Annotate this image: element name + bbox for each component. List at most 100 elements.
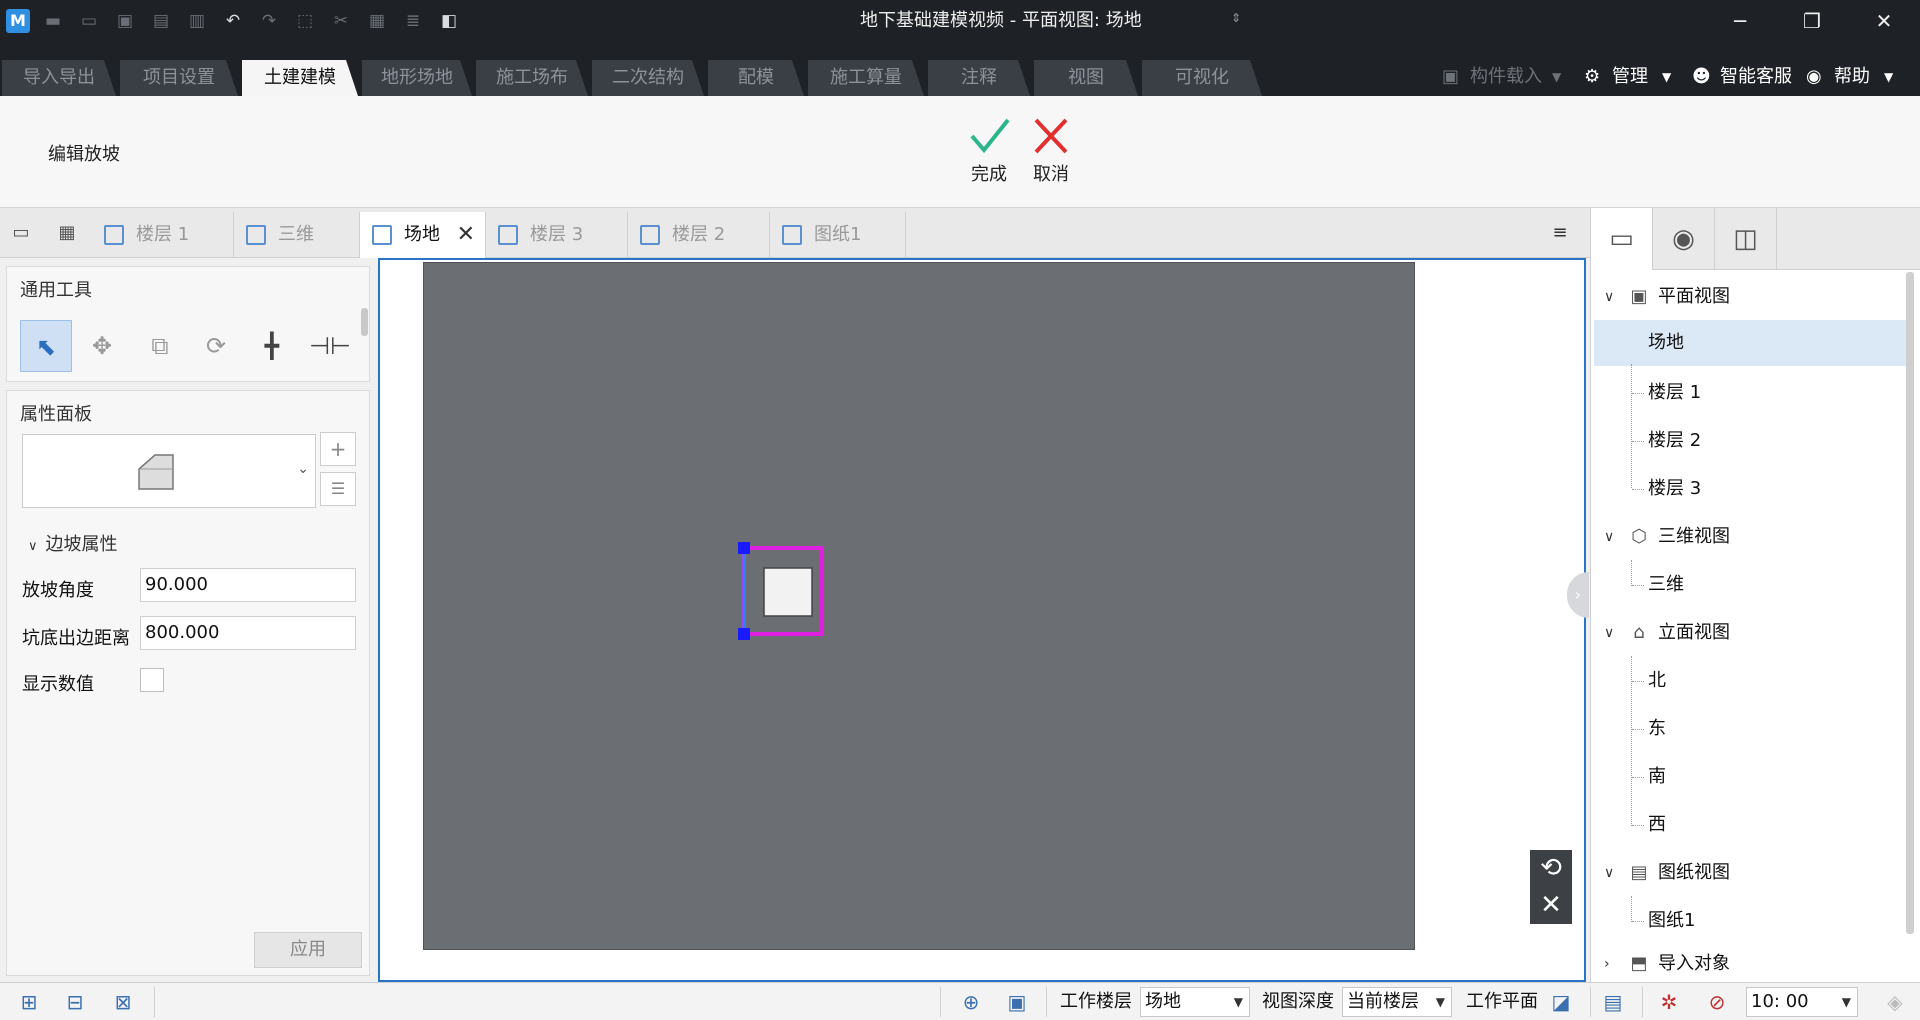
tree-sheet-views[interactable]: ∨ ▤ 图纸视图	[1594, 850, 1910, 896]
redo-icon[interactable]: ↷	[258, 10, 280, 32]
split-icon[interactable]: ⊣⊢	[304, 320, 356, 372]
chevron-down-icon[interactable]: ∨	[1604, 514, 1614, 560]
slope-properties-section[interactable]: ∨ 边坡属性	[28, 530, 118, 556]
gear-icon[interactable]: ⚙	[1584, 62, 1600, 92]
close-tab-icon[interactable]: ✕	[457, 212, 475, 258]
manage-menu[interactable]: 管理	[1612, 62, 1648, 92]
paste-icon[interactable]: ▦	[366, 10, 388, 32]
doc-tab-floor-2[interactable]: 楼层 2	[628, 212, 770, 258]
open-icon[interactable]: ▭	[78, 10, 100, 32]
tab-visualization[interactable]: 可视化	[1142, 60, 1262, 96]
chevron-down-icon[interactable]: ∨	[1604, 850, 1614, 896]
visibility-tab-icon[interactable]: ◉	[1653, 208, 1715, 270]
pointer-icon[interactable]: ⬉	[20, 320, 72, 372]
zoom-fit-icon[interactable]: ⊕	[958, 989, 984, 1015]
tree-plan-views[interactable]: ∨ ▣ 平面视图	[1594, 274, 1910, 320]
chevron-right-icon[interactable]: ›	[1604, 946, 1610, 982]
rotate-icon[interactable]: ⟳	[190, 320, 242, 372]
slope-angle-input[interactable]: 90.000	[140, 568, 356, 602]
copy-file-icon[interactable]: ▥	[186, 10, 208, 32]
chevron-down-icon[interactable]: ▼	[1662, 62, 1671, 92]
views-tab-icon[interactable]: ▭	[1591, 208, 1653, 270]
undo-icon[interactable]: ↶	[222, 10, 244, 32]
window-switch-icon[interactable]: ▭	[8, 220, 34, 246]
component-load-icon[interactable]: ▣	[1442, 62, 1459, 92]
grid-refresh-icon[interactable]: ⊠	[110, 989, 136, 1015]
show-values-checkbox[interactable]	[140, 668, 164, 692]
tree-elevation-views[interactable]: ∨ ⌂ 立面视图	[1594, 610, 1910, 656]
restore-button[interactable]: ❐	[1784, 0, 1840, 42]
sheet-icon: ▤	[1630, 862, 1648, 883]
pit-offset-input[interactable]: 800.000	[140, 616, 356, 650]
tree-3d-views[interactable]: ∨ ⬡ 三维视图	[1594, 514, 1910, 560]
tools-scrollbar[interactable]	[361, 308, 368, 336]
display-settings-icon[interactable]: ▤	[1600, 989, 1626, 1015]
tree-scrollbar[interactable]	[1906, 272, 1914, 934]
layout-tab-icon[interactable]: ◫	[1715, 208, 1777, 270]
print-icon[interactable]: ▤	[150, 10, 172, 32]
reset-view-icon[interactable]: ⟲	[1530, 850, 1572, 887]
chevron-down-icon[interactable]: ▼	[1884, 62, 1893, 92]
cut-icon[interactable]: ✂	[330, 10, 352, 32]
robot-icon[interactable]: ☻	[1692, 62, 1711, 92]
save-icon[interactable]: ▬	[42, 10, 64, 32]
stack-icon[interactable]: ≣	[402, 10, 424, 32]
minimize-button[interactable]: ─	[1712, 0, 1768, 42]
component-load-menu[interactable]: 构件载入	[1470, 62, 1542, 92]
copy-icon[interactable]: ⧉	[134, 320, 186, 372]
tab-annotation[interactable]: 注释	[928, 60, 1030, 96]
hamburger-menu-icon[interactable]: ≡	[1545, 218, 1575, 248]
work-floor-select[interactable]: 场地 ▼	[1140, 987, 1250, 1017]
snap-off-icon[interactable]: ✲	[1656, 989, 1682, 1015]
cancel-button[interactable]: 取消	[1024, 114, 1078, 186]
time-select[interactable]: 10: 00 ▼	[1746, 987, 1858, 1017]
doc-tab-floor-3[interactable]: 楼层 3	[486, 212, 628, 258]
search-off-icon[interactable]: ⊘	[1704, 989, 1730, 1015]
finish-button[interactable]: 完成	[962, 114, 1016, 186]
tab-project-settings[interactable]: 项目设置	[120, 60, 238, 96]
tab-site-layout[interactable]: 施工场布	[476, 60, 588, 96]
tab-view[interactable]: 视图	[1034, 60, 1138, 96]
doc-tab-3d[interactable]: 三维	[234, 212, 360, 258]
doc-tab-site[interactable]: 场地 ✕	[360, 212, 486, 258]
add-type-button[interactable]: +	[320, 432, 356, 466]
view-depth-select[interactable]: 当前楼层 ▼	[1342, 987, 1452, 1017]
close-icon[interactable]: ✕	[1530, 887, 1572, 924]
type-settings-button[interactable]: ☰	[320, 472, 356, 506]
slope-boundary[interactable]	[730, 540, 840, 642]
help-menu[interactable]: 帮助	[1834, 62, 1870, 92]
apply-button[interactable]: 应用	[254, 932, 362, 968]
work-plane-icon[interactable]: ◪	[1548, 989, 1574, 1015]
doc-tab-sheet-1[interactable]: 图纸1	[770, 212, 906, 258]
doc-tab-floor-1[interactable]: 楼层 1	[92, 212, 234, 258]
type-selector[interactable]: ⌄	[22, 434, 316, 508]
tab-secondary-structure[interactable]: 二次结构	[592, 60, 704, 96]
tree-import-objects[interactable]: › ⬒ 导入对象	[1594, 946, 1910, 982]
chevron-down-icon[interactable]: ▼	[1552, 62, 1561, 92]
smart-service-button[interactable]: 智能客服	[1720, 62, 1792, 92]
cube-icon[interactable]: ◈	[1882, 989, 1908, 1015]
layout-grid-icon[interactable]: ⊞	[16, 989, 42, 1015]
site-plane[interactable]	[423, 262, 1415, 950]
status-bar: ⊞ ⊟ ⊠ ⊕ ▣ 工作楼层 场地 ▼ 视图深度 当前楼层 ▼ 工作平面 ◪ ▤ ✲…	[0, 982, 1920, 1020]
close-window-button[interactable]: ✕	[1856, 0, 1912, 42]
chevron-down-icon[interactable]: ∨	[1604, 274, 1614, 320]
plan-view-icon: ▣	[1630, 286, 1648, 307]
select-icon[interactable]: ⬚	[294, 10, 316, 32]
tree-item-site[interactable]: 场地	[1594, 320, 1910, 366]
tab-terrain[interactable]: 地形场地	[362, 60, 472, 96]
chevron-down-icon[interactable]: ∨	[1604, 610, 1614, 656]
save-as-icon[interactable]: ▣	[114, 10, 136, 32]
tab-civil-modeling[interactable]: 土建建模	[242, 60, 358, 96]
screenshot-icon[interactable]: ▣	[1004, 989, 1030, 1015]
cube-icon[interactable]: ◧	[438, 10, 460, 32]
title-sort-icon[interactable]: ⇕	[1231, 11, 1241, 25]
tab-import-export[interactable]: 导入导出	[2, 60, 116, 96]
grid-icon[interactable]: ⊟	[62, 989, 88, 1015]
help-icon[interactable]: ◉	[1806, 62, 1822, 92]
tile-windows-icon[interactable]: ▦	[54, 220, 80, 246]
tab-formwork[interactable]: 配模	[708, 60, 804, 96]
move-icon[interactable]: ✥	[76, 320, 128, 372]
trim-icon[interactable]: ╋	[246, 320, 298, 372]
tab-quantity[interactable]: 施工算量	[808, 60, 924, 96]
